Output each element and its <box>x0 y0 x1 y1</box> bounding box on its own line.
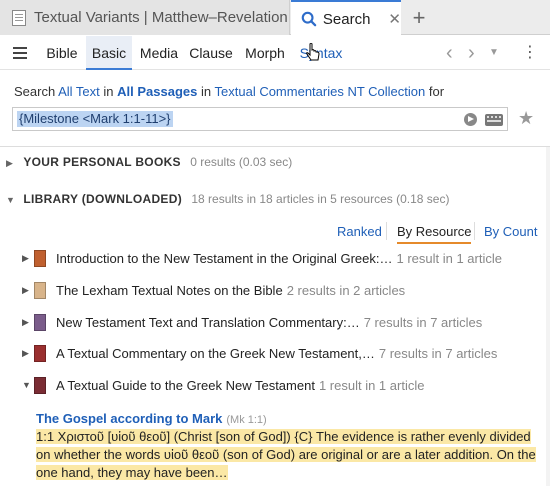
section-title: YOUR PERSONAL BOOKS <box>23 155 181 169</box>
close-tab-icon[interactable]: ✕ <box>388 10 401 28</box>
scope-text-link[interactable]: All Text <box>58 84 100 99</box>
search-toolbar: Bible Basic Media Clause Morph Syntax ‹ … <box>0 36 550 70</box>
resource-title[interactable]: The Lexham Textual Notes on the Bible <box>56 283 283 298</box>
book-cover-icon <box>34 376 46 394</box>
document-icon <box>12 9 26 26</box>
mode-bible[interactable]: Bible <box>40 36 84 70</box>
resource-title[interactable]: A Textual Commentary on the Greek New Te… <box>56 346 375 361</box>
divider <box>0 146 550 147</box>
hit-reference: (Mk 1:1) <box>226 414 267 426</box>
tab-title: Search <box>322 10 371 28</box>
book-cover-icon <box>34 344 46 362</box>
resource-title[interactable]: New Testament Text and Translation Comme… <box>56 315 360 330</box>
run-search-icon[interactable] <box>464 113 477 126</box>
resource-row[interactable]: ▶ Introduction to the New Testament in t… <box>22 248 502 268</box>
favorite-star-icon[interactable]: ★ <box>518 108 534 129</box>
expand-caret-icon[interactable]: ▶ <box>22 253 34 264</box>
section-count: 0 results (0.03 sec) <box>190 155 293 169</box>
sort-ranked[interactable]: Ranked <box>337 224 382 239</box>
hit-excerpt[interactable]: 1:1 Χριστοῦ [υἱοῦ θεοῦ] (Christ [son of … <box>36 428 536 482</box>
mode-syntax[interactable]: Syntax <box>296 36 346 70</box>
mouse-cursor-icon <box>306 43 320 61</box>
resource-count: 1 result in 1 article <box>318 377 425 393</box>
expand-caret-icon[interactable]: ▶ <box>22 317 34 328</box>
back-icon[interactable]: ‹ <box>446 36 453 70</box>
resource-row[interactable]: ▶ New Testament Text and Translation Com… <box>22 312 482 332</box>
mode-basic[interactable]: Basic <box>86 36 132 70</box>
resource-count: 2 results in 2 articles <box>286 282 406 298</box>
resource-row[interactable]: ▶ The Lexham Textual Notes on the Bible … <box>22 280 405 300</box>
personal-books-section[interactable]: ▶ YOUR PERSONAL BOOKS 0 results (0.03 se… <box>6 155 292 169</box>
resource-row[interactable]: ▶ A Textual Commentary on the Greek New … <box>22 343 497 363</box>
search-input[interactable]: {Milestone <Mark 1:1-11>} <box>12 107 508 131</box>
section-count: 18 results in 18 articles in 5 resources… <box>191 192 450 206</box>
tab-textual-variants[interactable]: Textual Variants | Matthew–Revelation <box>0 0 290 35</box>
book-cover-icon <box>34 313 46 331</box>
collapse-caret-icon[interactable]: ▼ <box>22 380 34 390</box>
hit-title-text[interactable]: The Gospel according to Mark <box>36 411 222 426</box>
resource-count: 7 results in 7 articles <box>378 345 498 361</box>
hit-article-title[interactable]: The Gospel according to Mark (Mk 1:1) <box>36 411 267 426</box>
library-section[interactable]: ▼ LIBRARY (DOWNLOADED) 18 results in 18 … <box>6 192 449 206</box>
mode-morph[interactable]: Morph <box>240 36 290 70</box>
resource-title[interactable]: A Textual Guide to the Greek New Testame… <box>56 378 315 393</box>
forward-icon[interactable]: › <box>468 36 475 70</box>
section-title: LIBRARY (DOWNLOADED) <box>23 192 182 206</box>
expand-caret-icon[interactable]: ▶ <box>6 158 20 169</box>
in-label: in <box>201 84 212 99</box>
mode-media[interactable]: Media <box>134 36 184 70</box>
scrollbar[interactable] <box>546 147 550 486</box>
search-prefix: Search <box>14 84 56 99</box>
tab-title: Textual Variants | Matthew–Revelation <box>34 9 288 26</box>
scope-passage-link[interactable]: All Passages <box>117 84 197 99</box>
separator <box>386 222 387 240</box>
resource-count: 1 result in 1 article <box>396 250 502 266</box>
more-options-icon[interactable]: ⋮ <box>522 36 538 70</box>
collection-link[interactable]: Textual Commentaries NT Collection <box>215 84 426 99</box>
search-query-text[interactable]: {Milestone <Mark 1:1-11>} <box>17 111 173 127</box>
search-icon <box>301 11 317 27</box>
resource-count: 7 results in 7 articles <box>363 314 483 330</box>
for-label: for <box>428 84 445 99</box>
hit-excerpt-text: 1:1 Χριστοῦ [υἱοῦ θεοῦ] (Christ [son of … <box>36 429 536 480</box>
tab-search[interactable]: Search ✕ <box>291 0 401 36</box>
expand-caret-icon[interactable]: ▶ <box>22 285 34 296</box>
history-dropdown-icon[interactable]: ▼ <box>489 36 499 70</box>
collapse-caret-icon[interactable]: ▼ <box>6 195 20 205</box>
separator <box>474 222 475 240</box>
add-tab-button[interactable]: + <box>404 0 434 35</box>
resource-row-expanded[interactable]: ▼ A Textual Guide to the Greek New Testa… <box>22 375 424 395</box>
expand-caret-icon[interactable]: ▶ <box>22 348 34 359</box>
mode-clause[interactable]: Clause <box>186 36 236 70</box>
sort-by-resource[interactable]: By Resource <box>397 224 472 244</box>
keyboard-icon[interactable] <box>485 114 503 126</box>
tab-strip: Textual Variants | Matthew–Revelation Se… <box>0 0 550 36</box>
in-label: in <box>103 84 114 99</box>
menu-icon[interactable] <box>13 47 27 59</box>
book-cover-icon <box>34 249 46 267</box>
resource-title[interactable]: Introduction to the New Testament in the… <box>56 251 392 266</box>
book-cover-icon <box>34 281 46 299</box>
search-scope-line: Search All Text in All Passages in Textu… <box>14 84 444 99</box>
sort-by-count[interactable]: By Count <box>484 224 537 239</box>
